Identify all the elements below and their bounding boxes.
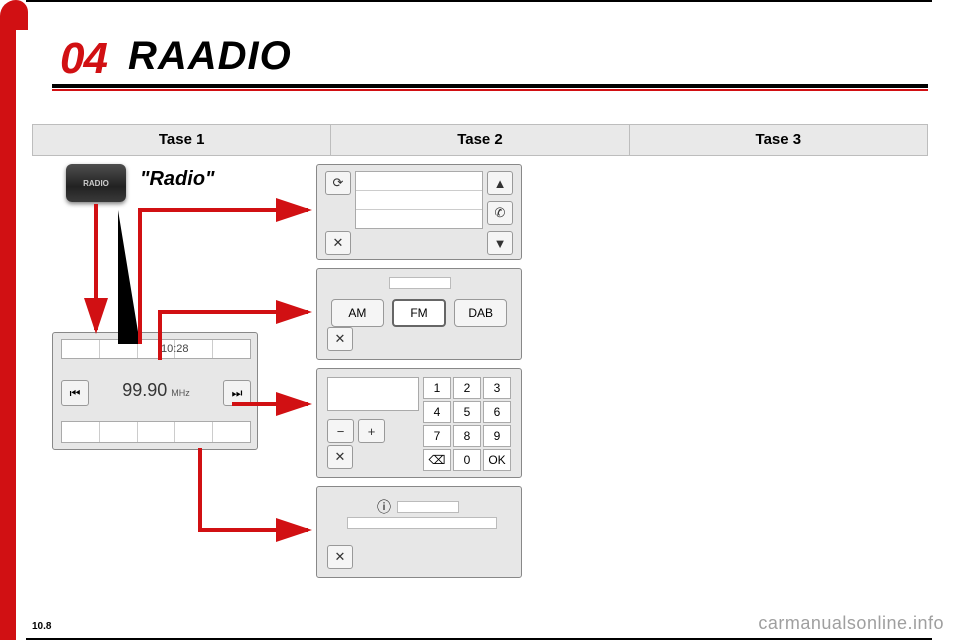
key-backspace[interactable]: ⌫: [423, 449, 451, 471]
band-dab-button[interactable]: DAB: [454, 299, 507, 327]
section-number: 04: [60, 34, 107, 84]
key-ok[interactable]: OK: [483, 449, 511, 471]
radio-hardware-button-label: RADIO: [83, 179, 109, 188]
close-icon: ✕: [335, 549, 346, 565]
key-8[interactable]: 8: [453, 425, 481, 447]
clock: 10:28: [161, 343, 189, 355]
frequency-unit: MHz: [171, 388, 190, 398]
list-up-button[interactable]: ▲: [487, 171, 513, 195]
radio-main-screen: 10:28 ⏮ 99.90 MHz ⏭: [52, 332, 258, 450]
red-spine: [0, 0, 16, 640]
key-5[interactable]: 5: [453, 401, 481, 423]
section-title: RAADIO: [128, 34, 292, 79]
seek-prev-icon: ⏮: [70, 386, 81, 401]
info-panel: ⓘ ✕: [316, 486, 522, 578]
info-slot-1: [397, 501, 459, 513]
station-list-panel: ⟳ ▲ ✆ ✕ ▼: [316, 164, 522, 260]
info-icon: ⓘ: [377, 497, 391, 517]
key-3[interactable]: 3: [483, 377, 511, 399]
freq-minus-button[interactable]: −: [327, 419, 354, 443]
radio-label-text: "Radio": [140, 168, 215, 191]
key-0[interactable]: 0: [453, 449, 481, 471]
key-7[interactable]: 7: [423, 425, 451, 447]
close-icon: ✕: [333, 235, 344, 251]
preset-row-bottom[interactable]: [61, 421, 251, 443]
band-am-button[interactable]: AM: [331, 299, 384, 327]
key-1[interactable]: 1: [423, 377, 451, 399]
seek-next-icon: ⏭: [232, 386, 243, 401]
close-icon: ✕: [335, 449, 346, 465]
refresh-icon: ⟳: [333, 175, 344, 191]
key-6[interactable]: 6: [483, 401, 511, 423]
numeric-keypad: 1 2 3 4 5 6 7 8 9 ⌫ 0 OK: [423, 377, 511, 471]
col-header-2: Tase 2: [331, 125, 629, 155]
info-slot-2: [347, 517, 497, 529]
list-close-button[interactable]: ✕: [325, 231, 351, 255]
radio-hardware-button[interactable]: RADIO: [66, 164, 126, 202]
close-icon: ✕: [335, 331, 346, 347]
phone-icon: ✆: [495, 205, 506, 221]
refresh-button[interactable]: ⟳: [325, 171, 351, 195]
down-icon: ▼: [494, 236, 507, 251]
key-2[interactable]: 2: [453, 377, 481, 399]
seek-next-button[interactable]: ⏭: [223, 380, 251, 406]
preset-row-top[interactable]: [61, 339, 251, 359]
frequency-display[interactable]: 99.90 MHz: [93, 380, 219, 406]
key-9[interactable]: 9: [483, 425, 511, 447]
seek-prev-button[interactable]: ⏮: [61, 380, 89, 406]
band-fm-button[interactable]: FM: [392, 299, 447, 327]
info-close-button[interactable]: ✕: [327, 545, 353, 569]
title-underline: [52, 84, 928, 88]
col-header-1: Tase 1: [33, 125, 331, 155]
band-select-panel: AM FM DAB ✕: [316, 268, 522, 360]
page-number: 10.8: [32, 621, 51, 632]
frequency-keypad-panel: − + ✕ 1 2 3 4 5 6 7 8 9 ⌫ 0 OK: [316, 368, 522, 478]
up-icon: ▲: [494, 176, 507, 191]
column-header-bar: Tase 1 Tase 2 Tase 3: [32, 124, 928, 156]
phone-button[interactable]: ✆: [487, 201, 513, 225]
band-title-slot: [389, 277, 451, 289]
list-down-button[interactable]: ▼: [487, 231, 513, 255]
freq-plus-button[interactable]: +: [358, 419, 385, 443]
keypad-display: [327, 377, 419, 411]
col-header-3: Tase 3: [630, 125, 927, 155]
station-list[interactable]: [355, 171, 483, 229]
band-close-button[interactable]: ✕: [327, 327, 353, 351]
keypad-close-button[interactable]: ✕: [327, 445, 353, 469]
key-4[interactable]: 4: [423, 401, 451, 423]
watermark: carmanualsonline.info: [758, 613, 944, 634]
frequency-value: 99.90: [122, 380, 167, 401]
